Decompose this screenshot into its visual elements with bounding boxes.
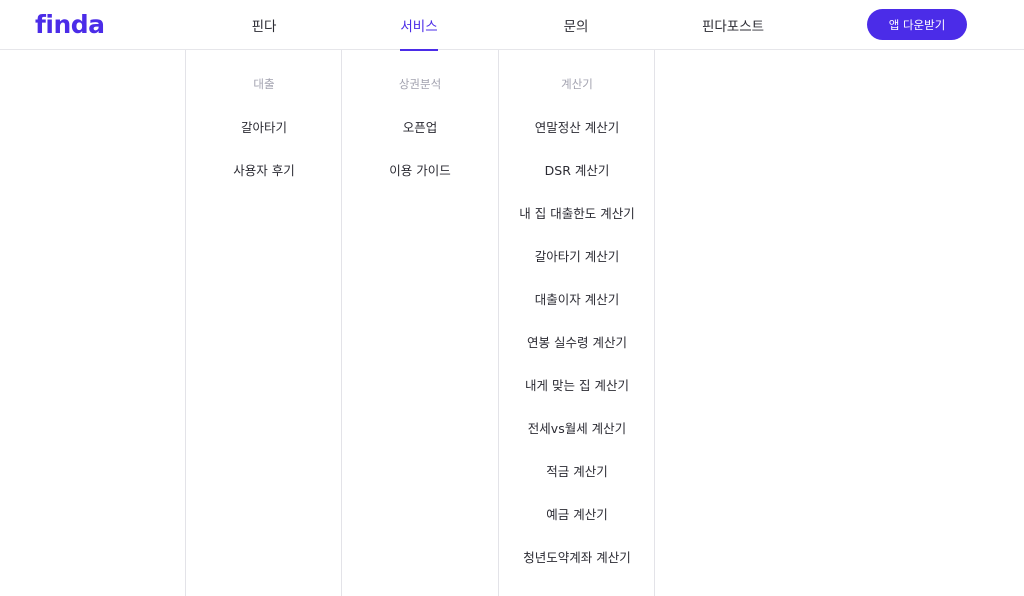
menu-link[interactable]: 이용 가이드 <box>342 160 498 179</box>
menu-link[interactable]: 연말정산 계산기 <box>499 117 655 136</box>
menu-link[interactable]: 내 집 대출한도 계산기 <box>499 203 655 222</box>
menu-column-calculators: 계산기 연말정산 계산기 DSR 계산기 내 집 대출한도 계산기 갈아타기 계… <box>499 50 655 596</box>
nav-item-services[interactable]: 서비스 <box>400 0 438 51</box>
menu-link[interactable]: 적금 계산기 <box>499 461 655 480</box>
menu-column-loan: 대출 갈아타기 사용자 후기 <box>186 50 342 596</box>
menu-link[interactable]: 청년도약계좌 계산기 <box>499 547 655 566</box>
menu-column-title: 대출 <box>253 77 275 91</box>
menu-column-title: 상권분석 <box>398 77 442 91</box>
menu-link[interactable]: 갈아타기 계산기 <box>499 246 655 265</box>
menu-link[interactable]: DSR 계산기 <box>499 160 655 179</box>
nav-item-finda[interactable]: 핀다 <box>238 0 290 50</box>
menu-link[interactable]: 전세vs월세 계산기 <box>499 418 655 437</box>
app-download-button[interactable]: 앱 다운받기 <box>867 9 967 40</box>
menu-link[interactable]: 대출이자 계산기 <box>499 289 655 308</box>
menu-column-title: 계산기 <box>561 77 593 91</box>
menu-link[interactable]: 예금 계산기 <box>499 504 655 523</box>
finda-logo[interactable]: finda <box>35 10 105 40</box>
menu-link[interactable]: 갈아타기 <box>186 117 342 136</box>
menu-link[interactable]: 내게 맞는 집 계산기 <box>499 375 655 394</box>
menu-link[interactable]: 오픈업 <box>342 117 498 136</box>
nav-item-finda-post[interactable]: 핀다포스트 <box>693 0 773 50</box>
top-header: finda 핀다 서비스 문의 핀다포스트 앱 다운받기 <box>0 0 1024 51</box>
menu-link[interactable]: 연봉 실수령 계산기 <box>499 332 655 351</box>
nav-item-inquiry[interactable]: 문의 <box>552 0 600 50</box>
logo-text: finda <box>35 10 105 39</box>
menu-column-commercial-analysis: 상권분석 오픈업 이용 가이드 <box>342 50 498 596</box>
menu-link[interactable]: 사용자 후기 <box>186 160 342 179</box>
